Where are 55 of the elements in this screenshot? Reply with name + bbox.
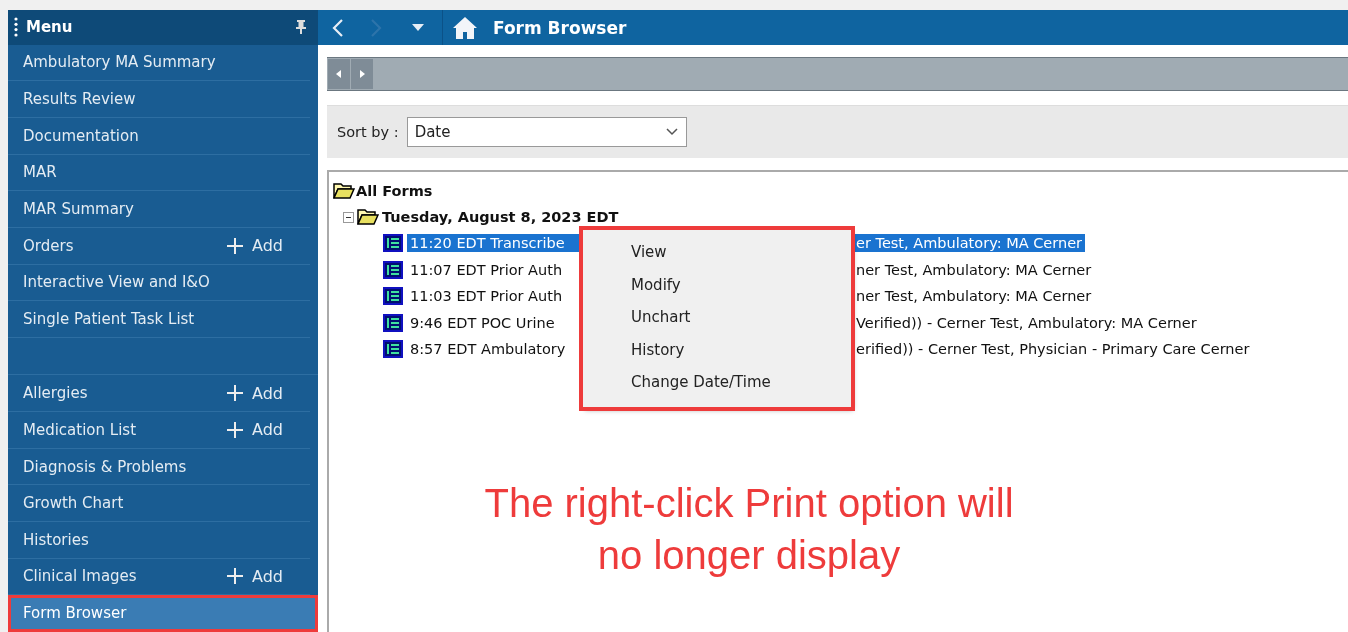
form-icon xyxy=(383,234,403,253)
form-icon xyxy=(383,287,403,306)
menu-item[interactable]: Allergies Add xyxy=(8,375,310,413)
menu-option[interactable]: Modify xyxy=(583,268,851,301)
tree-node[interactable]: Tuesday, August 8, 2023 EDT xyxy=(382,209,619,225)
form-entry-tail[interactable]: ner Test, Ambulatory: MA Cerner xyxy=(853,287,1095,306)
add-button[interactable]: Add xyxy=(226,566,283,586)
drag-handle-icon[interactable] xyxy=(14,17,18,38)
menu-item[interactable]: Diagnosis & Problems xyxy=(8,448,310,486)
form-entry-tail[interactable]: Verified)) - Cerner Test, Ambulatory: MA Cerner xyxy=(853,313,1200,332)
menu-option[interactable]: View xyxy=(583,236,851,269)
scroll-right-icon[interactable] xyxy=(351,59,373,89)
tree-node[interactable]: All Forms xyxy=(356,183,433,199)
add-button[interactable]: Add xyxy=(226,420,283,440)
plus-icon xyxy=(226,420,244,439)
form-entry-tail[interactable]: erified)) - Cerner Test, Physician - Primary Care Cerner xyxy=(853,340,1253,359)
sort-label: Sort by : xyxy=(337,124,399,140)
add-button[interactable]: Add xyxy=(226,383,283,403)
caret-icon[interactable] xyxy=(412,24,424,31)
chevron-down-icon xyxy=(665,128,678,136)
menu-item[interactable]: Documentation xyxy=(8,117,310,155)
menu-item[interactable]: Histories xyxy=(8,522,310,559)
form-entry-tail[interactable]: er Test, Ambulatory: MA Cerner xyxy=(853,234,1086,253)
form-entry-tail[interactable]: ner Test, Ambulatory: MA Cerner xyxy=(853,260,1095,279)
menu-item[interactable]: Growth Chart xyxy=(8,485,310,522)
page-title: Form Browser xyxy=(493,17,627,38)
annotation-text: The right-click Print option will no longer display xyxy=(483,480,1015,579)
folder-icon xyxy=(357,208,379,226)
menu-item[interactable]: MAR Summary xyxy=(8,191,310,228)
menu-item[interactable]: Single Patient Task List xyxy=(8,301,310,338)
menu-item[interactable]: Interactive View and I&O xyxy=(8,264,310,302)
plus-icon xyxy=(226,567,244,586)
scroll-left-icon[interactable] xyxy=(328,59,350,89)
menu-item[interactable]: MAR xyxy=(8,154,310,192)
form-icon xyxy=(383,313,403,332)
pin-icon[interactable] xyxy=(296,20,306,35)
plus-icon xyxy=(226,384,244,403)
form-icon xyxy=(383,260,403,279)
sort-dropdown[interactable]: Date xyxy=(406,117,687,147)
menu-item[interactable]: Results Review xyxy=(8,81,310,118)
plus-icon xyxy=(226,236,244,255)
menu-option[interactable]: History xyxy=(583,333,851,366)
menu-item[interactable]: Form Browser xyxy=(8,595,318,632)
menu-option[interactable]: Unchart xyxy=(583,301,851,334)
collapse-icon[interactable] xyxy=(343,211,354,223)
home-icon[interactable] xyxy=(453,16,477,39)
menu-item[interactable]: Orders Add xyxy=(8,227,310,265)
form-icon xyxy=(383,340,403,359)
menu-title: Menu xyxy=(26,18,74,37)
menu-item[interactable]: Medication List Add xyxy=(8,412,310,449)
menu-item[interactable]: Ambulatory MA Summary xyxy=(8,44,310,82)
add-button[interactable]: Add xyxy=(226,236,283,256)
menu-option[interactable]: Change Date/Time xyxy=(583,366,851,399)
back-icon[interactable] xyxy=(332,17,344,38)
folder-icon xyxy=(333,182,355,200)
